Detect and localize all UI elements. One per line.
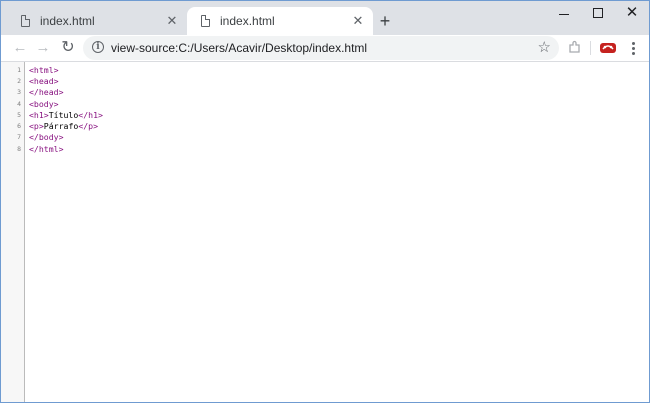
profile-avatar[interactable] <box>599 40 617 56</box>
line-number: 8 <box>17 144 21 153</box>
line-number: 2 <box>17 76 21 85</box>
line-number: 5 <box>17 110 21 119</box>
tab-strip: index.html ✕ index.html ✕ + ✕ <box>1 1 649 35</box>
source-view: 1 <html> 2 <head> 3 </head> 4 <body> 5 <h1>Título… <box>1 62 649 402</box>
puzzle-icon <box>569 40 580 53</box>
html-tag-text: </p> <box>78 121 99 132</box>
maximize-icon <box>593 8 603 19</box>
line-code: </html> <box>23 144 64 154</box>
document-icon <box>21 15 30 27</box>
line-code: <head> <box>23 76 59 86</box>
tab-title: index.html <box>40 14 95 28</box>
html-tag-text: <body> <box>29 98 59 109</box>
info-icon[interactable]: i <box>92 41 104 53</box>
url-text[interactable]: view-source:C:/Users/Acavir/Desktop/inde… <box>111 41 367 55</box>
line-code: </body> <box>23 132 64 142</box>
source-line: 4 <body> <box>1 98 649 109</box>
back-button[interactable]: ← <box>9 37 31 59</box>
source-line: 1 <html> <box>1 64 649 75</box>
line-code: <h1>Título</h1> <box>23 110 103 120</box>
html-tag-text: <html> <box>29 64 59 75</box>
new-tab-button[interactable]: + <box>375 11 395 31</box>
html-content-text: Párrafo <box>43 121 79 132</box>
avatar-icon <box>600 43 616 53</box>
toolbar: ← → ↻ i view-source:C:/Users/Acavir/Desk… <box>1 35 649 62</box>
tab-active[interactable]: index.html ✕ <box>187 7 373 35</box>
tab-title: index.html <box>220 14 275 28</box>
source-line: 8 </html> <box>1 143 649 154</box>
document-icon <box>201 15 210 27</box>
line-code: </head> <box>23 87 64 97</box>
tab-inactive[interactable]: index.html ✕ <box>7 7 187 35</box>
toolbar-separator <box>590 41 591 55</box>
minimize-button[interactable] <box>547 1 581 27</box>
html-tag-text: </h1> <box>78 109 103 120</box>
line-number: 3 <box>17 88 21 97</box>
source-line: 6 <p>Párrafo</p> <box>1 120 649 131</box>
source-code: 1 <html> 2 <head> 3 </head> 4 <body> 5 <h1>Título… <box>1 64 649 154</box>
forward-button[interactable]: → <box>32 37 54 59</box>
line-code: <html> <box>23 65 59 75</box>
line-number: 4 <box>17 99 21 108</box>
close-window-button[interactable]: ✕ <box>615 1 649 27</box>
html-tag-text: </html> <box>29 143 64 154</box>
line-code: <p>Párrafo</p> <box>23 121 98 131</box>
html-tag-text: </head> <box>29 87 64 98</box>
reload-button[interactable]: ↻ <box>57 37 79 59</box>
browser-window: index.html ✕ index.html ✕ + ✕ ← → ↻ i vi… <box>0 0 650 403</box>
extension-icon[interactable] <box>567 40 583 56</box>
line-number: 6 <box>17 122 21 131</box>
tab-close-icon[interactable]: ✕ <box>349 13 367 29</box>
html-tag-text: </body> <box>29 132 64 143</box>
bookmark-star-icon[interactable]: ☆ <box>538 39 551 57</box>
source-line: 5 <h1>Título</h1> <box>1 109 649 120</box>
line-number: 1 <box>17 65 21 74</box>
line-code: <body> <box>23 99 59 109</box>
source-line: 2 <head> <box>1 75 649 86</box>
minimize-icon <box>559 13 569 15</box>
source-line: 7 </body> <box>1 132 649 143</box>
html-tag-text: <head> <box>29 75 59 86</box>
line-number: 7 <box>17 133 21 142</box>
address-bar[interactable]: i view-source:C:/Users/Acavir/Desktop/in… <box>83 36 559 60</box>
html-tag-text: <p> <box>29 121 44 132</box>
html-content-text: Título <box>48 109 79 120</box>
source-line: 3 </head> <box>1 87 649 98</box>
tab-close-icon[interactable]: ✕ <box>163 13 181 29</box>
maximize-button[interactable] <box>581 1 615 27</box>
html-tag-text: <h1> <box>29 109 49 120</box>
kebab-menu-icon[interactable] <box>627 39 639 57</box>
